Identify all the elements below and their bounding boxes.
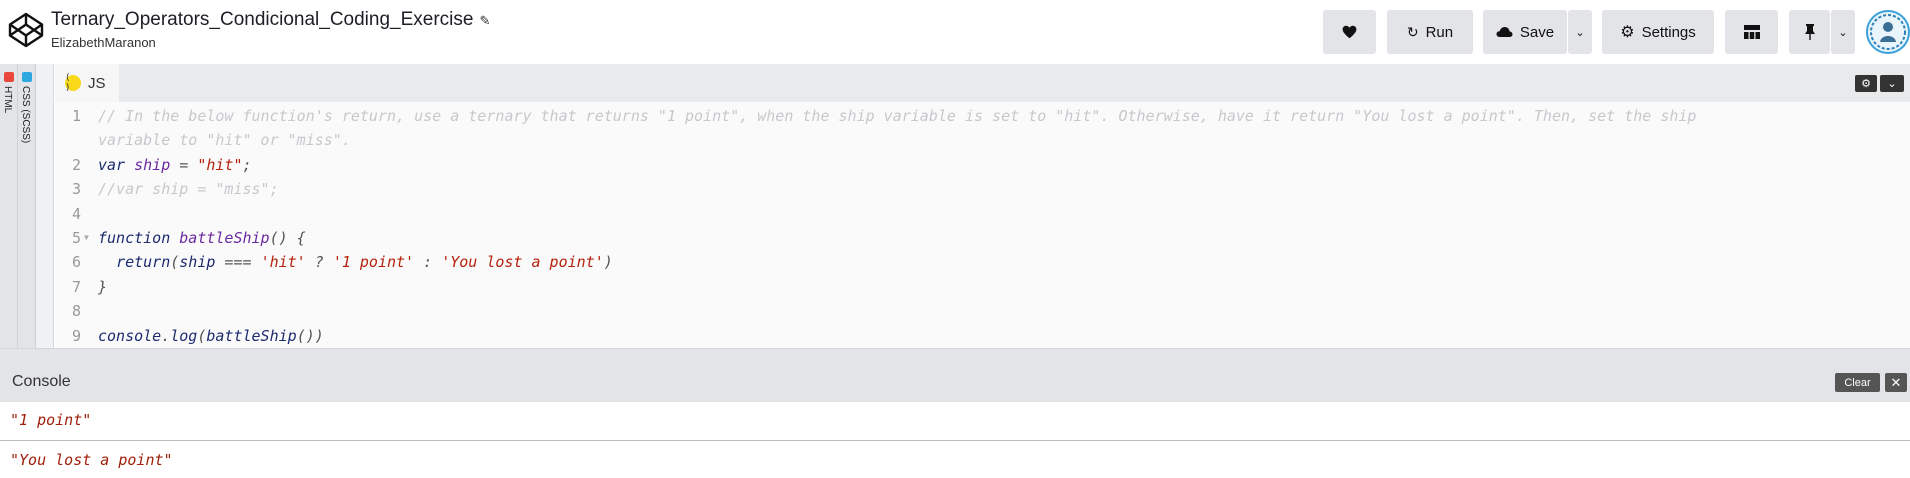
html-panel-collapsed[interactable]: HTML (0, 64, 18, 348)
code-text: return(ship === 'hit' ? '1 point' : 'You… (116, 253, 613, 272)
pen-title-text[interactable]: Ternary_Operators_Condicional_Coding_Exe… (51, 9, 473, 30)
html-badge-icon (4, 72, 14, 82)
console-resize-bar[interactable] (0, 348, 1910, 362)
console-header: Console Clear ✕ (0, 362, 1910, 402)
run-label: Run (1425, 23, 1454, 41)
code-text: function battleShip() { (98, 229, 306, 247)
code-text: var ship = "hit"; (98, 155, 252, 174)
code-text: // In the below function's return, use a… (98, 107, 1697, 125)
layout-grid-icon (1743, 25, 1760, 39)
cloud-icon (1496, 27, 1513, 37)
html-panel-label: HTML (2, 86, 13, 114)
gear-icon: ⚙ (1861, 78, 1871, 90)
pen-author[interactable]: ElizabethMaranon (51, 35, 490, 50)
pen-title-block: Ternary_Operators_Condicional_Coding_Exe… (51, 9, 490, 50)
chevron-down-icon: ⌄ (1887, 78, 1897, 90)
js-babel-icon: ( ) (65, 73, 81, 93)
panel-resize-handle[interactable] (36, 64, 54, 348)
save-dropdown-button[interactable]: ⌄ (1568, 10, 1592, 54)
chevron-down-icon: ⌄ (1575, 26, 1585, 39)
line-number: 8 (71, 302, 81, 321)
run-button[interactable]: ↻ Run (1387, 10, 1473, 54)
settings-label: Settings (1641, 23, 1696, 41)
pencil-icon[interactable]: ✎ (479, 13, 490, 29)
console-log-text: "1 point" (10, 411, 92, 429)
top-header: Ternary_Operators_Condicional_Coding_Exe… (0, 0, 1910, 64)
code-text: } (98, 277, 108, 296)
line-number: 2 (71, 155, 81, 174)
console-log-row: "1 point" (0, 402, 1910, 441)
change-view-button[interactable] (1725, 10, 1778, 54)
settings-button[interactable]: ⚙ Settings (1602, 10, 1714, 54)
codepen-logo-icon[interactable] (6, 10, 46, 50)
pen-title[interactable]: Ternary_Operators_Condicional_Coding_Exe… (51, 9, 490, 31)
editor-tab-bar: ( ) JS ⚙ ⌄ (55, 64, 1910, 102)
heart-button[interactable] (1323, 10, 1376, 54)
css-badge-icon (22, 72, 32, 82)
line-number: 9 (71, 326, 81, 345)
code-text: console.log(battleShip()) (98, 326, 324, 345)
avatar-image (1870, 14, 1906, 50)
save-button[interactable]: Save (1483, 10, 1567, 54)
js-editor-panel: ( ) JS ⚙ ⌄ 1 // In the below function's r… (55, 64, 1910, 348)
console-log-row: "You lost a point" (0, 442, 1910, 478)
gear-icon: ⚙ (1620, 24, 1635, 41)
code-area[interactable]: 1 // In the below function's return, use … (55, 102, 1910, 348)
heart-icon (1342, 25, 1357, 39)
close-icon: ✕ (1890, 374, 1902, 390)
line-number: 7 (71, 277, 81, 296)
clear-console-button[interactable]: Clear (1835, 373, 1880, 392)
pin-icon (1804, 24, 1815, 40)
tab-js-label: JS (88, 74, 106, 92)
console-title: Console (12, 373, 71, 390)
line-number: 5 (71, 229, 81, 247)
refresh-icon: ↻ (1406, 23, 1419, 40)
line-number: 3 (71, 180, 81, 199)
tab-js[interactable]: ( ) JS (55, 64, 119, 102)
line-number: 1 (71, 107, 81, 125)
pin-button[interactable] (1789, 10, 1830, 54)
close-console-button[interactable]: ✕ (1885, 373, 1907, 392)
editor-settings-button[interactable]: ⚙ (1855, 75, 1877, 92)
line-number: 4 (71, 204, 81, 223)
editor-collapse-button[interactable]: ⌄ (1880, 75, 1904, 92)
css-panel-label: CSS (SCSS) (20, 86, 31, 144)
line-number: 6 (71, 253, 81, 272)
console-output: "1 point" "You lost a point" (0, 402, 1910, 478)
code-text: variable to "hit" or "miss". (98, 131, 351, 150)
chevron-down-icon: ⌄ (1838, 26, 1848, 39)
fold-arrow-icon[interactable]: ▼ (84, 226, 89, 250)
console-log-text: "You lost a point" (10, 451, 173, 469)
user-avatar[interactable] (1866, 10, 1910, 54)
save-label: Save (1519, 23, 1555, 41)
code-text: //var ship = "miss"; (98, 180, 279, 199)
css-panel-collapsed[interactable]: CSS (SCSS) (18, 64, 36, 348)
pin-dropdown-button[interactable]: ⌄ (1831, 10, 1855, 54)
